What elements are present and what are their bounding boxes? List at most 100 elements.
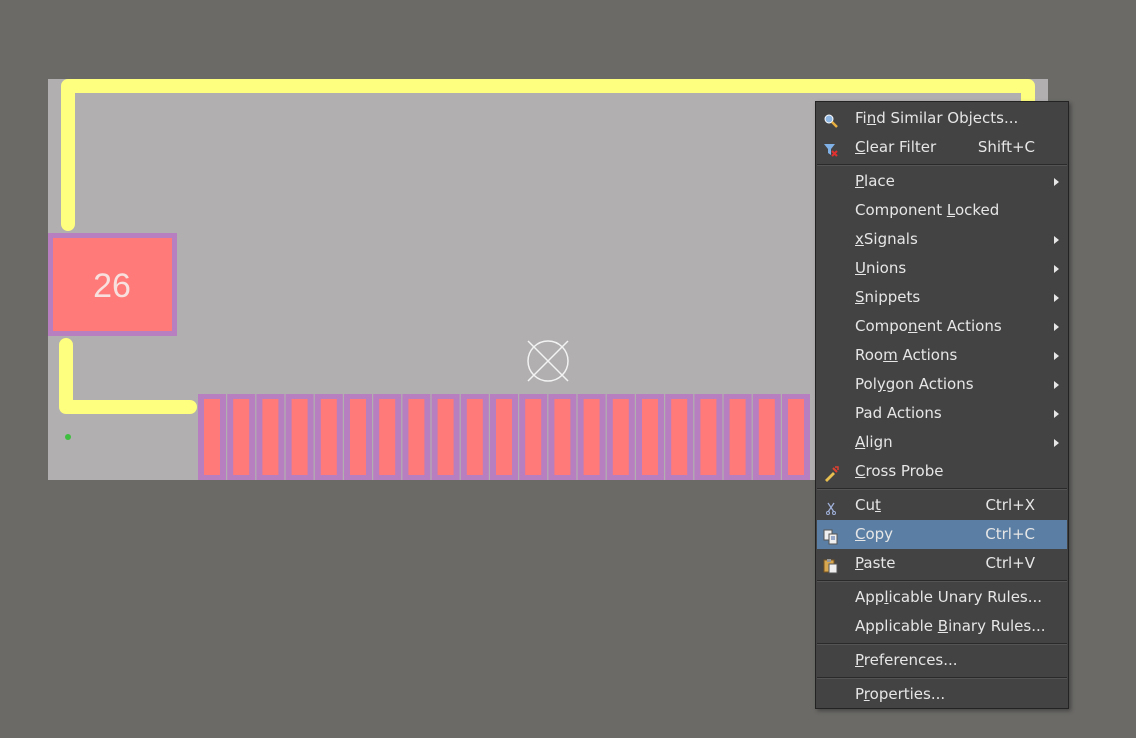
menu-item-find-similar-objects[interactable]: Find Similar Objects... — [817, 104, 1067, 133]
smd-pad[interactable] — [256, 394, 285, 480]
smd-pad[interactable] — [548, 394, 577, 480]
smd-pad[interactable] — [227, 394, 256, 480]
smd-pad-fill — [204, 399, 220, 475]
smd-pad-fill — [379, 399, 396, 475]
smd-pad[interactable] — [314, 394, 343, 480]
smd-pad[interactable] — [373, 394, 402, 480]
menu-item-room-actions[interactable]: Room Actions — [817, 341, 1067, 370]
smd-pad-fill — [671, 399, 688, 475]
cross-probe-icon — [823, 463, 839, 482]
menu-item-place[interactable]: Place — [817, 167, 1067, 196]
smd-pad[interactable] — [431, 394, 460, 480]
menu-item-xsignals[interactable]: xSignals — [817, 225, 1067, 254]
smd-pad[interactable] — [460, 394, 489, 480]
submenu-arrow-icon — [1054, 439, 1059, 447]
menu-label: Component Locked — [855, 201, 1000, 219]
menu-item-preferences[interactable]: Preferences... — [817, 646, 1067, 675]
menu-shortcut: Ctrl+V — [985, 554, 1035, 572]
green-dot — [65, 434, 71, 440]
menu-item-cross-probe[interactable]: Cross Probe — [817, 457, 1067, 486]
context-menu: Find Similar Objects... Clear Filter Shi… — [815, 101, 1069, 709]
menu-label: Paste — [855, 554, 896, 572]
smd-pad-fill — [700, 399, 717, 475]
menu-label: Applicable Binary Rules... — [855, 617, 1046, 635]
menu-shortcut: Ctrl+X — [985, 496, 1035, 514]
smd-pad-fill — [496, 399, 512, 475]
menu-item-copy[interactable]: Copy Ctrl+C — [817, 520, 1067, 549]
menu-item-properties[interactable]: Properties... — [817, 680, 1067, 709]
smd-pad-fill — [583, 399, 600, 475]
smd-pad[interactable] — [665, 394, 694, 480]
menu-label: Cross Probe — [855, 462, 944, 480]
menu-item-applicable-unary-rules[interactable]: Applicable Unary Rules... — [817, 583, 1067, 612]
menu-separator — [817, 643, 1067, 645]
menu-label: Preferences... — [855, 651, 958, 669]
smd-pad[interactable] — [577, 394, 606, 480]
menu-label: Unions — [855, 259, 907, 277]
submenu-arrow-icon — [1054, 410, 1059, 418]
smd-pad-fill — [350, 399, 366, 475]
submenu-arrow-icon — [1054, 352, 1059, 360]
menu-label: Find Similar Objects... — [855, 109, 1019, 127]
smd-pad[interactable] — [636, 394, 664, 480]
magnifier-icon — [823, 110, 839, 128]
smd-pad[interactable] — [694, 394, 723, 480]
smd-pad-fill — [788, 399, 804, 475]
menu-label: Properties... — [855, 685, 946, 703]
menu-separator — [817, 677, 1067, 679]
menu-item-applicable-binary-rules[interactable]: Applicable Binary Rules... — [817, 612, 1067, 641]
menu-item-component-actions[interactable]: Component Actions — [817, 312, 1067, 341]
menu-item-snippets[interactable]: Snippets — [817, 283, 1067, 312]
menu-label: Applicable Unary Rules... — [855, 588, 1043, 606]
smd-pad-fill — [291, 399, 308, 475]
submenu-arrow-icon — [1054, 381, 1059, 389]
menu-label: Copy — [855, 525, 894, 543]
smd-pad-fill — [729, 399, 746, 475]
pad-26-label: 26 — [93, 267, 131, 305]
menu-separator — [817, 164, 1067, 166]
menu-shortcut: Shift+C — [977, 138, 1035, 156]
filter-clear-icon — [823, 139, 839, 157]
smd-pad[interactable] — [402, 394, 431, 480]
submenu-arrow-icon — [1054, 265, 1059, 273]
menu-item-pad-actions[interactable]: Pad Actions — [817, 399, 1067, 428]
menu-item-align[interactable]: Align — [817, 428, 1067, 457]
menu-item-component-locked[interactable]: Component Locked — [817, 196, 1067, 225]
menu-label: Pad Actions — [855, 404, 942, 422]
paste-icon — [823, 555, 839, 574]
smd-pad[interactable] — [723, 394, 752, 480]
smd-pad-fill — [525, 399, 542, 475]
menu-label: Component Actions — [855, 317, 1002, 335]
smd-pad[interactable] — [752, 394, 781, 480]
submenu-arrow-icon — [1054, 236, 1059, 244]
menu-item-paste[interactable]: Paste Ctrl+V — [817, 549, 1067, 578]
submenu-arrow-icon — [1054, 294, 1059, 302]
smd-pad-fill — [320, 399, 337, 475]
smd-pad[interactable] — [198, 394, 226, 480]
menu-label: Polygon Actions — [855, 375, 974, 393]
submenu-arrow-icon — [1054, 178, 1059, 186]
copy-icon — [823, 526, 839, 545]
small-pad-row — [198, 394, 810, 480]
menu-label: Place — [855, 172, 895, 190]
menu-label: Align — [855, 433, 893, 451]
menu-label: Room Actions — [855, 346, 958, 364]
smd-pad[interactable] — [519, 394, 548, 480]
smd-pad[interactable] — [782, 394, 810, 480]
smd-pad[interactable] — [344, 394, 372, 480]
smd-pad-fill — [437, 399, 454, 475]
smd-pad[interactable] — [490, 394, 518, 480]
menu-item-polygon-actions[interactable]: Polygon Actions — [817, 370, 1067, 399]
smd-pad-fill — [233, 399, 250, 475]
menu-label: Cut — [855, 496, 881, 514]
pad-26[interactable]: 26 — [48, 233, 177, 336]
menu-item-clear-filter[interactable]: Clear Filter Shift+C — [817, 133, 1067, 162]
smd-pad[interactable] — [285, 394, 314, 480]
smd-pad-fill — [758, 399, 775, 475]
menu-item-cut[interactable]: Cut Ctrl+X — [817, 491, 1067, 520]
menu-label: Clear Filter — [855, 138, 937, 156]
submenu-arrow-icon — [1054, 323, 1059, 331]
menu-separator — [817, 488, 1067, 490]
menu-item-unions[interactable]: Unions — [817, 254, 1067, 283]
smd-pad[interactable] — [606, 394, 635, 480]
